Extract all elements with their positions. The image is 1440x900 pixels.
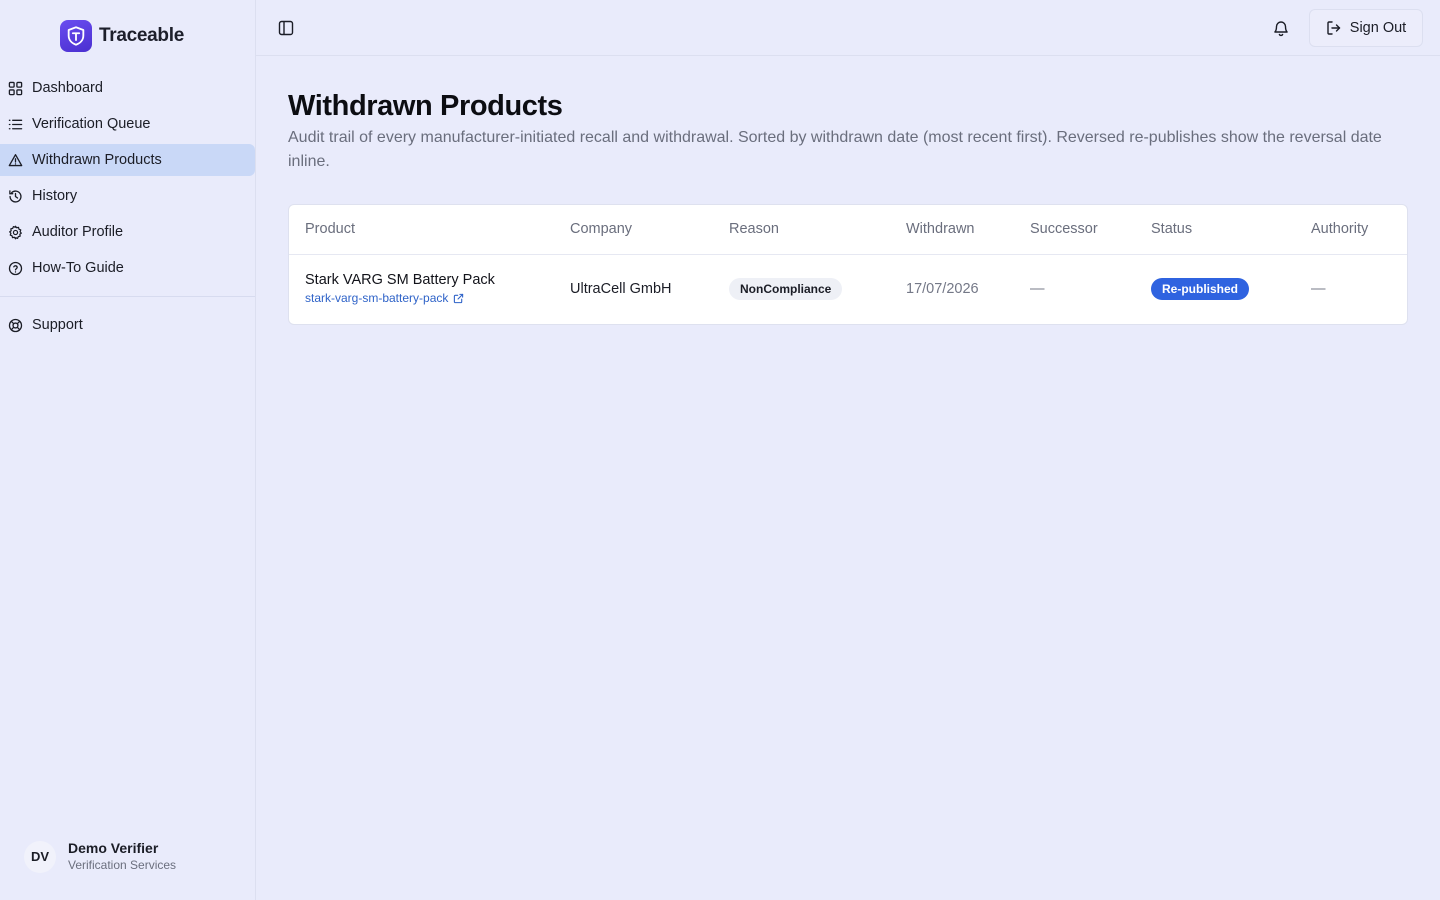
- user-org: Verification Services: [68, 858, 177, 872]
- column-header-status: Status: [1135, 205, 1295, 255]
- cell-status: Re-published: [1135, 254, 1295, 324]
- sidebar-toggle-button[interactable]: [278, 20, 294, 36]
- sidebar-item-how-to-guide[interactable]: How-To Guide: [0, 252, 255, 284]
- sidebar: Traceable Dashboard Verification Queue W…: [0, 0, 256, 900]
- cell-reason: NonCompliance: [713, 254, 890, 324]
- column-header-company: Company: [554, 205, 713, 255]
- avatar: DV: [24, 840, 56, 873]
- brand-name: Traceable: [99, 25, 184, 46]
- gear-icon: [9, 225, 22, 239]
- cell-product: Stark VARG SM Battery Pack stark-varg-sm…: [289, 254, 554, 324]
- page-title: Withdrawn Products: [288, 90, 563, 122]
- column-header-product: Product: [289, 205, 554, 255]
- cell-authority: —: [1311, 281, 1326, 298]
- table-header-row: Product Company Reason Withdrawn Success…: [289, 205, 1407, 255]
- sign-out-label: Sign Out: [1349, 20, 1407, 36]
- column-header-withdrawn: Withdrawn: [890, 205, 1014, 255]
- cell-company: UltraCell GmbH: [570, 281, 672, 298]
- sidebar-item-label: Withdrawn Products: [32, 152, 162, 168]
- sidebar-item-label: Dashboard: [32, 80, 103, 96]
- product-slug-link[interactable]: stark-varg-sm-battery-pack: [305, 289, 464, 307]
- panel-left-icon: [278, 20, 294, 36]
- sign-out-button[interactable]: Sign Out: [1309, 9, 1423, 47]
- sidebar-item-label: Support: [32, 317, 83, 333]
- sidebar-item-history[interactable]: History: [0, 180, 255, 212]
- product-slug-text: stark-varg-sm-battery-pack: [305, 291, 449, 306]
- brand[interactable]: Traceable: [60, 20, 184, 52]
- column-header-authority: Authority: [1295, 205, 1407, 255]
- sidebar-item-verification-queue[interactable]: Verification Queue: [0, 108, 255, 140]
- log-out-icon: [1327, 21, 1340, 35]
- grid-icon: [8, 81, 23, 95]
- page-description: Audit trail of every manufacturer-initia…: [288, 129, 1382, 170]
- reason-badge: NonCompliance: [729, 278, 843, 301]
- user-profile[interactable]: DV Demo Verifier Verification Services: [24, 840, 176, 873]
- history-icon: [9, 189, 22, 203]
- sidebar-support-section: Support: [0, 309, 255, 345]
- cell-successor: —: [1030, 281, 1045, 298]
- warning-triangle-icon: [8, 153, 23, 166]
- sidebar-item-auditor-profile[interactable]: Auditor Profile: [0, 216, 255, 248]
- column-header-successor: Successor: [1014, 205, 1135, 255]
- sidebar-item-label: Verification Queue: [32, 116, 151, 132]
- help-circle-icon: [8, 261, 23, 275]
- status-badge: Re-published: [1151, 278, 1250, 301]
- list-icon: [8, 119, 23, 129]
- sidebar-item-label: Auditor Profile: [32, 224, 124, 240]
- product-name: Stark VARG SM Battery Pack: [305, 272, 495, 289]
- sidebar-item-dashboard[interactable]: Dashboard: [0, 72, 255, 104]
- column-header-reason: Reason: [713, 205, 890, 255]
- shield-logo-icon: [60, 20, 92, 52]
- user-info: Demo Verifier Verification Services: [68, 840, 176, 873]
- bell-icon: [1274, 21, 1288, 37]
- sidebar-item-label: History: [32, 188, 78, 204]
- table-row[interactable]: Stark VARG SM Battery Pack stark-varg-sm…: [289, 254, 1407, 324]
- external-link-icon: [454, 293, 464, 303]
- sidebar-divider: [0, 296, 255, 297]
- cell-withdrawn: 17/07/2026: [906, 281, 979, 298]
- withdrawn-products-table: Product Company Reason Withdrawn Success…: [288, 204, 1408, 325]
- sidebar-item-withdrawn-products[interactable]: Withdrawn Products: [0, 144, 255, 176]
- sidebar-item-label: How-To Guide: [32, 260, 124, 276]
- lifebuoy-icon: [8, 318, 23, 332]
- user-name: Demo Verifier: [68, 840, 159, 856]
- sidebar-item-support[interactable]: Support: [0, 309, 255, 341]
- topbar: Sign Out: [256, 0, 1440, 56]
- notifications-button[interactable]: [1272, 19, 1290, 37]
- sidebar-nav: Dashboard Verification Queue Withdrawn P…: [0, 72, 255, 288]
